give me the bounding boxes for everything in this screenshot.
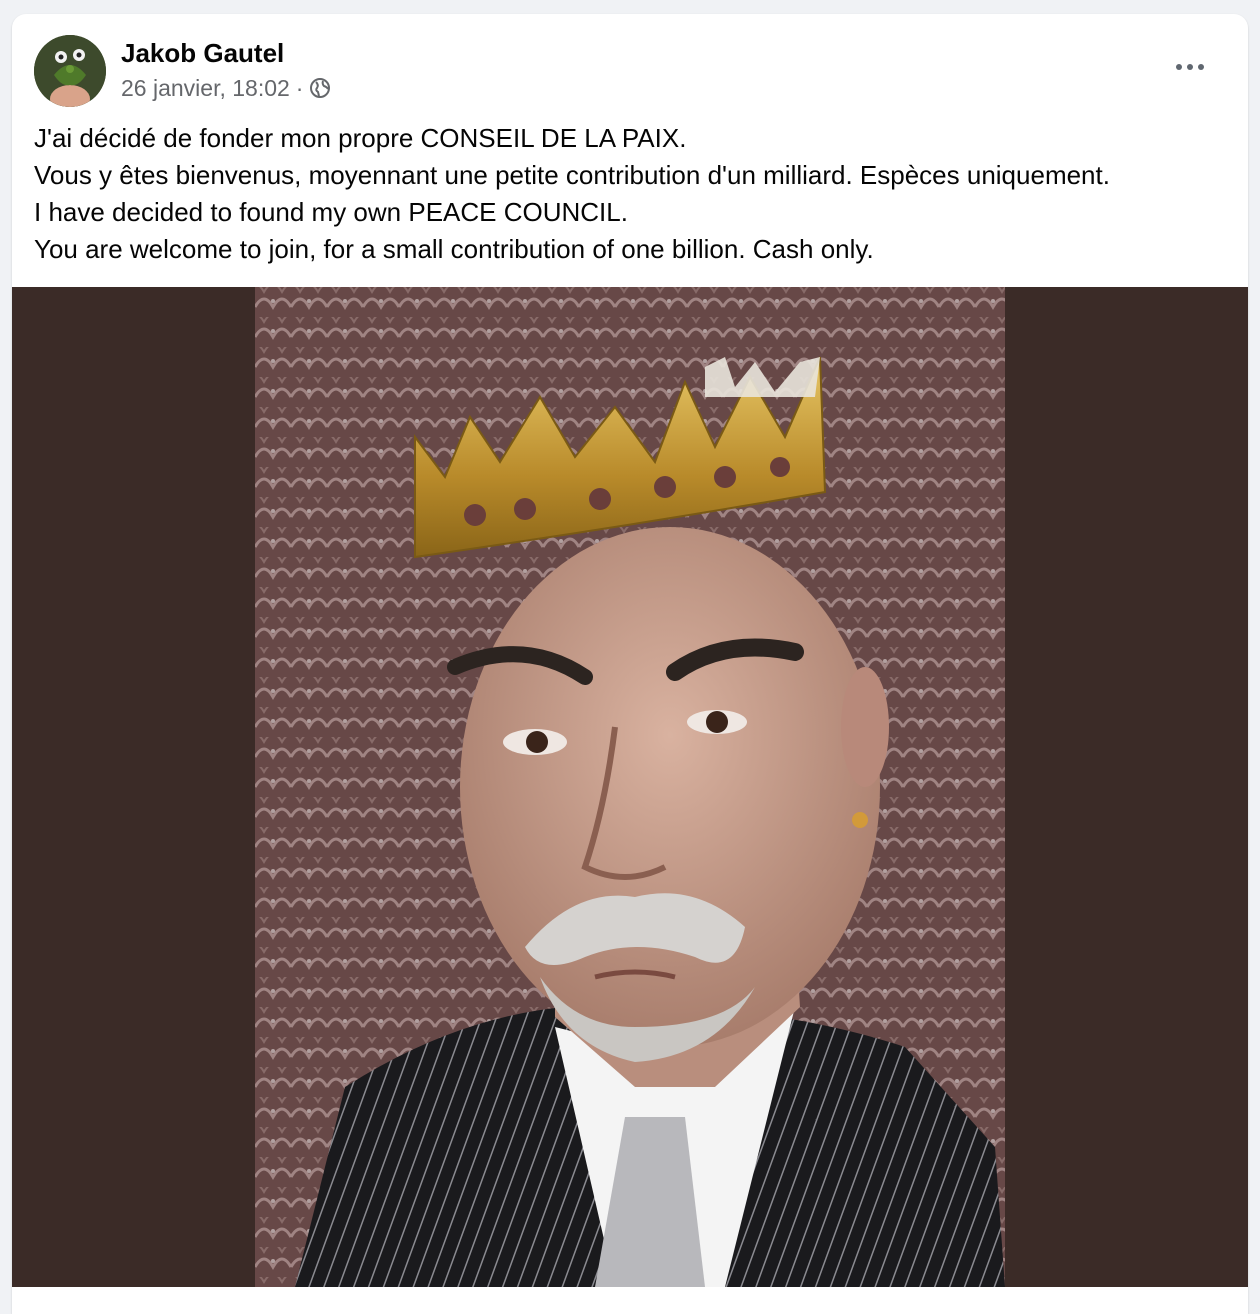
globe-icon[interactable]	[309, 77, 331, 99]
avatar[interactable]	[34, 35, 106, 107]
post-text: J'ai décidé de fonder mon propre CONSEIL…	[34, 120, 1234, 268]
post-text-line: You are welcome to join, for a small con…	[34, 234, 874, 264]
post-meta: 26 janvier, 18:02 ·	[121, 74, 331, 102]
post-text-line: J'ai décidé de fonder mon propre CONSEIL…	[34, 123, 687, 153]
post-text-line: I have decided to found my own PEACE COU…	[34, 197, 628, 227]
avatar-image	[34, 35, 106, 107]
post-card: Jakob Gautel 26 janvier, 18:02 · J'ai dé…	[12, 14, 1248, 1314]
post-photo-container	[12, 287, 1248, 1287]
more-options-icon[interactable]	[1170, 56, 1210, 78]
post-timestamp[interactable]: 26 janvier, 18:02	[121, 74, 290, 102]
post-footer-edge	[12, 1287, 1248, 1314]
author-name[interactable]: Jakob Gautel	[121, 37, 284, 69]
post-text-line: Vous y êtes bienvenus, moyennant une pet…	[34, 160, 1110, 190]
post-header: Jakob Gautel 26 janvier, 18:02 ·	[12, 14, 1248, 114]
post-photo[interactable]	[255, 287, 1005, 1287]
meta-separator: ·	[295, 75, 304, 101]
